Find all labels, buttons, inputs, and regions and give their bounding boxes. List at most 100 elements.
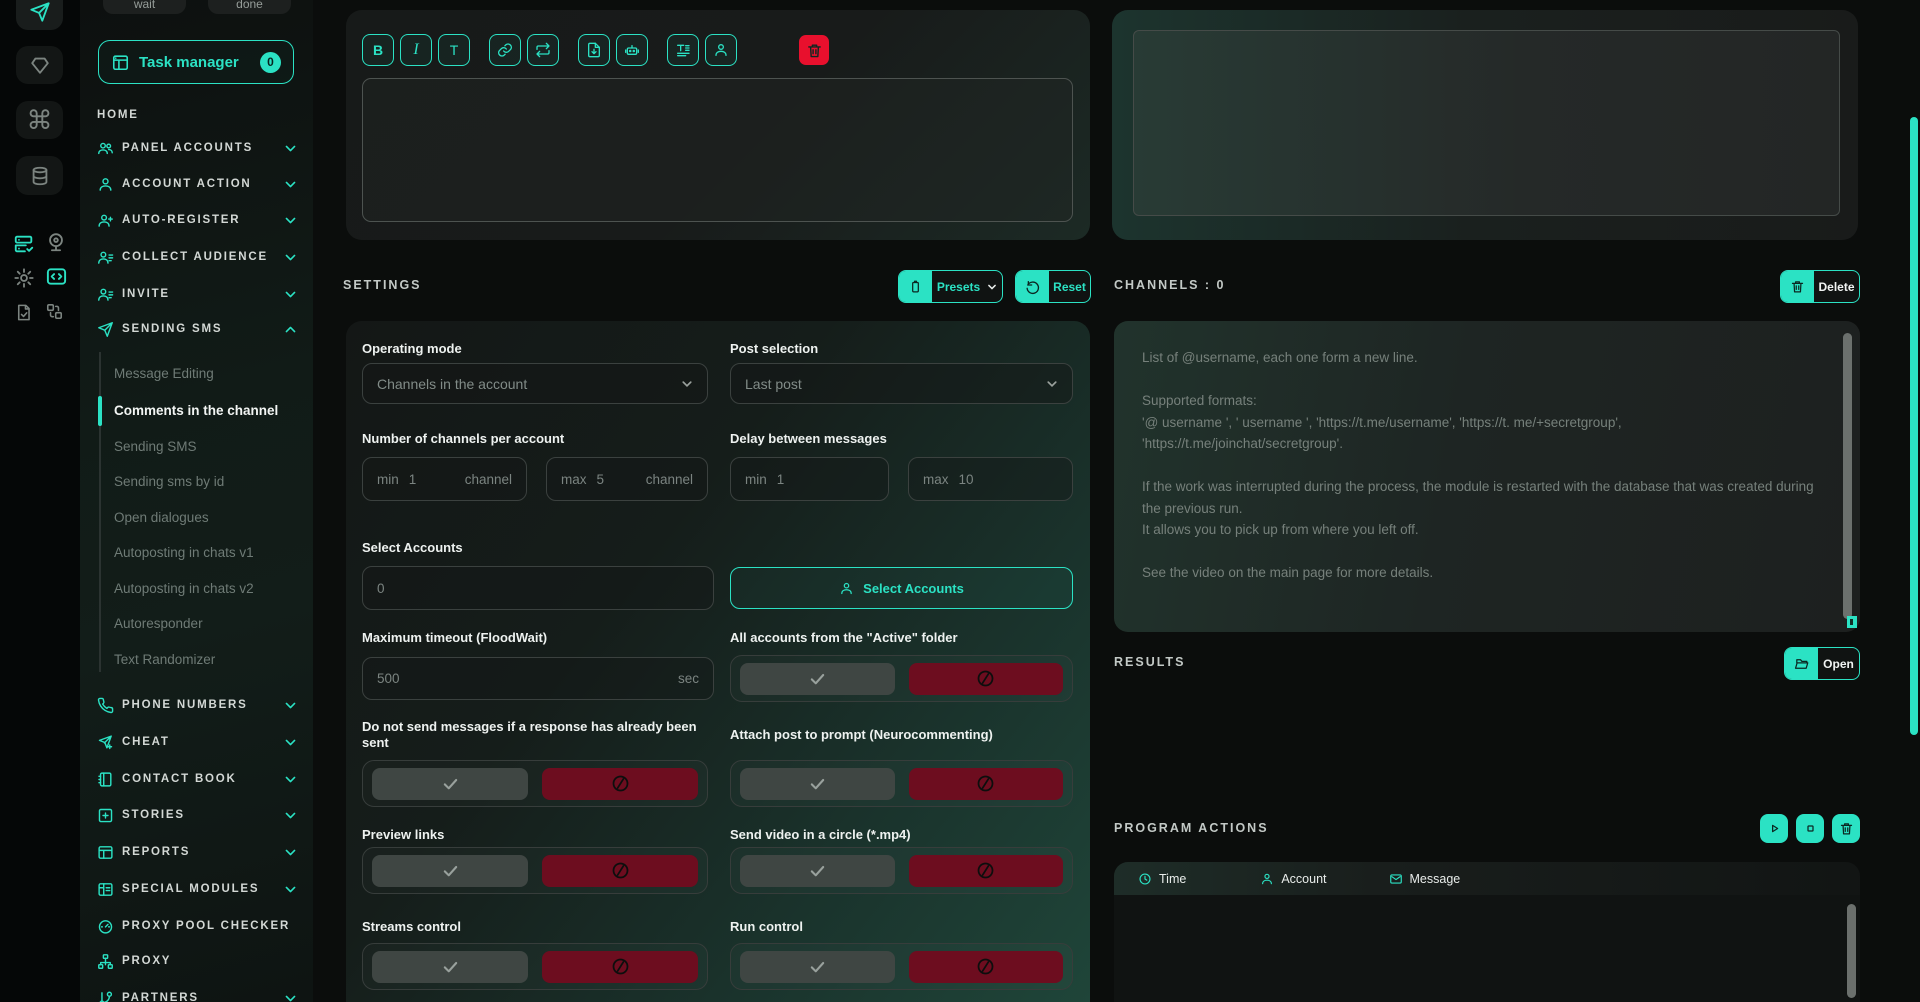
task-manager-button[interactable]: Task manager 0 <box>98 40 294 84</box>
rail-database-button[interactable] <box>16 156 63 195</box>
toggle-no-option[interactable] <box>909 768 1064 800</box>
sidebar-item-contact-book[interactable]: CONTACT BOOK <box>97 767 303 791</box>
rail-server-check-button[interactable] <box>13 233 35 255</box>
repost-button[interactable] <box>527 34 559 66</box>
rail-doc-check-button[interactable] <box>14 303 33 322</box>
sidebar-item-reports[interactable]: REPORTS <box>97 840 303 864</box>
toggle-no-option[interactable] <box>542 768 698 800</box>
submenu-message-editing[interactable]: Message Editing <box>114 361 305 385</box>
toggle-no-option[interactable] <box>542 855 698 887</box>
select-accounts-button[interactable]: Select Accounts <box>730 567 1073 609</box>
channels-max-input[interactable]: max 5 channel <box>546 457 708 501</box>
italic-button[interactable]: I <box>400 34 432 66</box>
no-resend-label: Do not send messages if a response has a… <box>362 719 702 751</box>
sidebar-item-auto-register[interactable]: AUTO-REGISTER <box>97 208 303 232</box>
preview-panel <box>1112 10 1858 240</box>
toggle-yes-option[interactable] <box>740 768 895 800</box>
table-scrollbar[interactable] <box>1847 904 1856 998</box>
attach-file-button[interactable] <box>578 34 610 66</box>
submenu-open-dialogues[interactable]: Open dialogues <box>114 505 305 529</box>
select-accounts-input[interactable]: 0 <box>362 566 714 610</box>
sidebar-item-sending-sms[interactable]: SENDING SMS <box>97 317 303 341</box>
toggle-yes-option[interactable] <box>740 855 895 887</box>
sidebar-item-cheat[interactable]: CHEAT <box>97 730 303 754</box>
sidebar-item-account-action[interactable]: ACCOUNT ACTION <box>97 172 303 196</box>
submenu-sending-sms[interactable]: Sending SMS <box>114 434 305 458</box>
sidebar-item-home[interactable]: HOME <box>97 103 303 127</box>
delete-message-button[interactable] <box>799 35 829 65</box>
link-button[interactable] <box>489 34 521 66</box>
bot-button[interactable] <box>616 34 648 66</box>
rail-diamond-button[interactable] <box>16 46 63 84</box>
sidebar-item-proxy[interactable]: PROXY <box>97 949 303 973</box>
toggle-no-option[interactable] <box>909 855 1064 887</box>
toggle-yes-option[interactable] <box>372 951 528 983</box>
column-time[interactable]: Time <box>1138 872 1186 886</box>
open-results-button[interactable]: Open <box>1784 647 1860 680</box>
title-button[interactable]: T <box>438 34 470 66</box>
toggle-no-option[interactable] <box>542 951 698 983</box>
toggle-yes-option[interactable] <box>740 951 895 983</box>
channels-min-input[interactable]: min 1 channel <box>362 457 527 501</box>
clear-actions-button[interactable] <box>1832 814 1860 843</box>
sidebar-item-phone-numbers[interactable]: PHONE NUMBERS <box>97 693 303 717</box>
submenu-comments-in-channel[interactable]: Comments in the channel <box>114 398 305 422</box>
sidebar-item-proxy-pool-checker[interactable]: PROXY POOL CHECKER <box>97 914 303 938</box>
wait-tab[interactable]: wait <box>103 0 186 14</box>
preview-box[interactable] <box>1133 30 1840 216</box>
channels-resize-handle[interactable] <box>1847 616 1857 628</box>
item-label: SENDING SMS <box>122 323 222 335</box>
toggle-yes-option[interactable] <box>372 768 528 800</box>
program-actions-table: Time Account Message <box>1114 862 1860 1002</box>
mention-button[interactable] <box>705 34 737 66</box>
task-manager-label: Task manager <box>139 54 239 71</box>
submenu-sending-sms-by-id[interactable]: Sending sms by id <box>114 469 305 493</box>
sidebar-item-stories[interactable]: STORIES <box>97 803 303 827</box>
delay-max-input[interactable]: max 10 <box>908 457 1073 501</box>
channels-textarea[interactable]: List of @username, each one form a new l… <box>1114 321 1860 632</box>
rail-settings-button[interactable] <box>13 267 35 289</box>
link-icon <box>497 42 513 58</box>
bold-button[interactable]: B <box>362 34 394 66</box>
text-template-button[interactable] <box>667 34 699 66</box>
sidebar-item-invite[interactable]: INVITE <box>97 282 303 306</box>
column-account[interactable]: Account <box>1260 872 1326 886</box>
presets-button[interactable]: Presets <box>898 270 1003 303</box>
toggle-no-option[interactable] <box>909 663 1064 695</box>
editor-toolbar: B I T <box>362 34 829 66</box>
message-textarea[interactable] <box>362 78 1073 222</box>
delay-min-input[interactable]: min 1 <box>730 457 889 501</box>
delete-icon-box <box>1781 271 1814 302</box>
rail-swap-button[interactable] <box>45 302 64 321</box>
submenu-autoposting-v1[interactable]: Autoposting in chats v1 <box>114 540 305 564</box>
sidebar-item-special-modules[interactable]: SPECIAL MODULES <box>97 877 303 901</box>
start-button[interactable] <box>1760 814 1788 843</box>
max-timeout-input[interactable]: 500 sec <box>362 657 714 700</box>
chevron-down-icon <box>284 288 297 301</box>
channels-scrollbar[interactable] <box>1843 333 1852 619</box>
rail-webcam-button[interactable] <box>45 231 67 253</box>
rail-send-button[interactable] <box>16 0 63 30</box>
preview-links-label: Preview links <box>362 827 444 843</box>
stop-button[interactable] <box>1796 814 1824 843</box>
post-selection-value: Last post <box>745 376 802 392</box>
post-selection-select[interactable]: Last post <box>730 363 1073 404</box>
toggle-yes-option[interactable] <box>372 855 528 887</box>
reset-button[interactable]: Reset <box>1015 270 1091 303</box>
page-scrollbar[interactable] <box>1910 117 1918 735</box>
submenu-text-randomizer[interactable]: Text Randomizer <box>114 647 305 671</box>
toggle-no-option[interactable] <box>909 951 1064 983</box>
rail-command-button[interactable]: ⌘ <box>16 101 63 139</box>
operating-mode-select[interactable]: Channels in the account <box>362 363 708 404</box>
rail-code-window-button[interactable] <box>45 265 68 288</box>
sidebar-item-collect-audience[interactable]: COLLECT AUDIENCE <box>97 245 303 269</box>
column-message[interactable]: Message <box>1389 872 1461 886</box>
done-tab[interactable]: done <box>208 0 291 14</box>
submenu-autoposting-v2[interactable]: Autoposting in chats v2 <box>114 576 305 600</box>
submenu-autoresponder[interactable]: Autoresponder <box>114 611 305 635</box>
toggle-yes-option[interactable] <box>740 663 895 695</box>
sidebar-item-panel-accounts[interactable]: PANEL ACCOUNTS <box>97 136 303 160</box>
sidebar-item-partners[interactable]: PARTNERS <box>97 986 303 1002</box>
delete-label-box: Delete <box>1814 271 1859 302</box>
delete-channels-button[interactable]: Delete <box>1780 270 1860 303</box>
